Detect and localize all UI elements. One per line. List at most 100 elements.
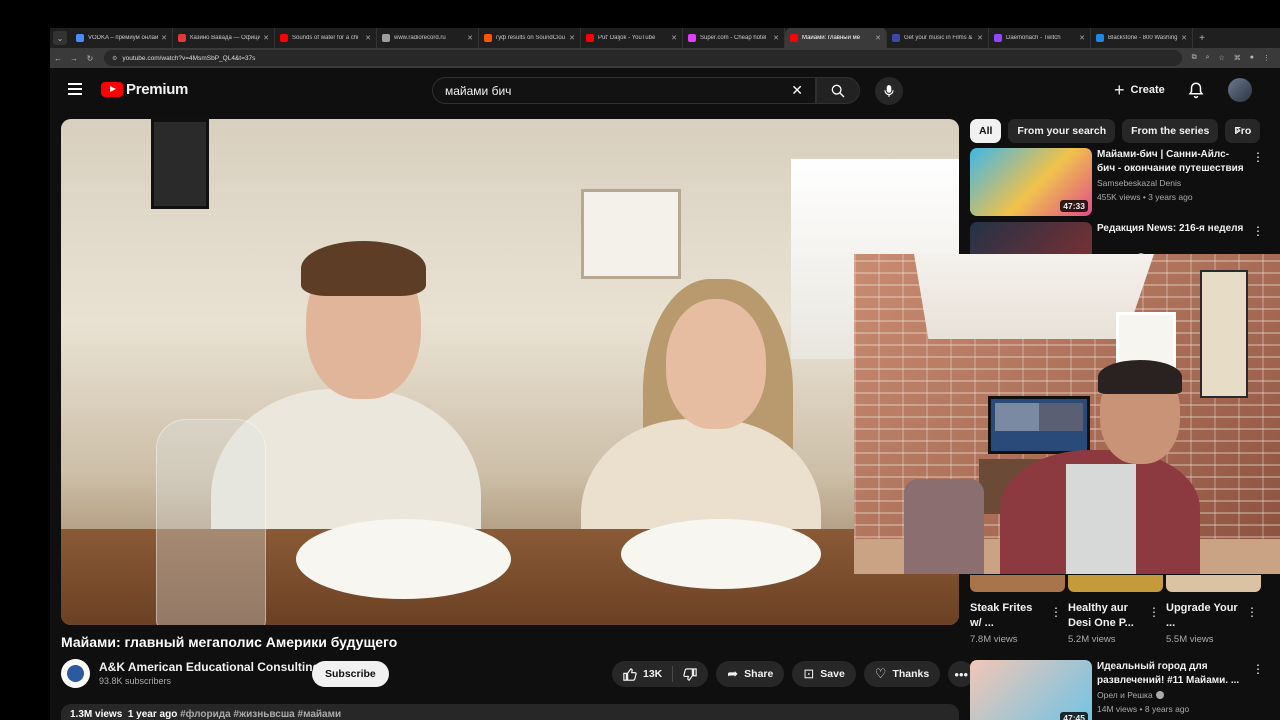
recommended-title[interactable]: Майами-бич | Санни-Айлс-бич - окончание … — [1097, 148, 1245, 176]
tab-title: Put' Daljok - YouTube — [598, 35, 656, 41]
tab-title: Sounds of water for a chi — [292, 35, 359, 41]
forward-icon[interactable]: → — [66, 54, 82, 63]
short-thumbnail[interactable] — [1166, 575, 1261, 592]
browser-tab[interactable]: Sounds of water for a chi ✕ — [275, 28, 377, 48]
tab-close-icon[interactable]: ✕ — [1181, 34, 1187, 42]
filter-chip[interactable]: Fro — [1225, 119, 1260, 143]
recommended-meta: 455K views • 3 years ago — [1097, 192, 1193, 202]
browser-tab[interactable]: Казино Вавада — Офици ✕ — [173, 28, 275, 48]
bookmark-star-icon[interactable]: ☆ — [1218, 54, 1224, 62]
recommended-title[interactable]: Идеальный город для развлечений! #11 Май… — [1097, 660, 1245, 688]
site-info-icon[interactable]: ⚙ — [112, 55, 117, 62]
reload-icon[interactable]: ↻ — [82, 54, 98, 63]
browser-tab[interactable]: Майами: главный ме ✕ — [785, 28, 887, 48]
tab-close-icon[interactable]: ✕ — [671, 34, 677, 42]
account-avatar[interactable] — [1228, 78, 1252, 102]
new-tab-button[interactable]: + — [1193, 33, 1211, 44]
zoom-icon[interactable]: ⌕ — [1206, 54, 1210, 62]
short-thumbnail[interactable] — [1068, 575, 1163, 592]
filter-chip[interactable]: From your search — [1008, 119, 1116, 143]
extensions-icon[interactable]: ⌘ — [1234, 54, 1241, 62]
dislike-button[interactable] — [673, 661, 708, 687]
recommended-video[interactable]: 47:45 Идеальный город для развлечений! #1… — [970, 660, 1264, 720]
tab-favicon-icon — [178, 34, 186, 42]
browser-tab[interactable]: VODKA – премиум онлай ✕ — [71, 28, 173, 48]
hashtags[interactable]: #флорида #жизньвсша #майами — [180, 709, 341, 720]
filter-chip[interactable]: All — [970, 119, 1002, 143]
more-options-icon[interactable]: ⋮ — [1252, 662, 1264, 676]
open-in-app-icon[interactable]: ⧉ — [1192, 54, 1197, 62]
tab-favicon-icon — [280, 34, 288, 42]
browser-tab[interactable]: гуф results on SoundClou ✕ — [479, 28, 581, 48]
search-button[interactable] — [816, 77, 860, 104]
short-title[interactable]: Upgrade Your ... — [1166, 601, 1241, 631]
video-duration: 47:45 — [1060, 712, 1088, 720]
description-box[interactable]: 1.3M views 1 year ago #флорида #жизньвсш… — [61, 704, 959, 720]
tab-close-icon[interactable]: ✕ — [467, 34, 473, 42]
chips-next-icon[interactable]: › — [1236, 121, 1241, 137]
tab-close-icon[interactable]: ✕ — [875, 34, 881, 42]
like-dislike-group: 13K — [612, 661, 709, 687]
recommended-channel[interactable]: Орел и Решка — [1097, 690, 1164, 700]
webcam-overlay — [854, 254, 1280, 574]
thanks-button[interactable]: ♡ Thanks — [863, 661, 941, 687]
tab-close-icon[interactable]: ✕ — [161, 34, 167, 42]
recommended-channel[interactable]: Samsebeskazal Denis — [1097, 178, 1181, 188]
browser-tab[interactable]: Blackstone - 800 Washing ✕ — [1091, 28, 1193, 48]
browser-tab[interactable]: Put' Daljok - YouTube ✕ — [581, 28, 683, 48]
subscribe-button[interactable]: Subscribe — [312, 661, 389, 687]
short-video[interactable]: Healthy aur Desi One P... 5.2M views ⋮ — [1068, 575, 1163, 645]
more-options-icon[interactable]: ⋮ — [1148, 605, 1160, 619]
voice-search-button[interactable] — [875, 77, 903, 105]
video-actions: 13K ➦ Share ⊡ Save ♡ Thanks ••• — [612, 661, 975, 687]
video-thumbnail[interactable]: 47:45 — [970, 660, 1092, 720]
youtube-premium-logo[interactable]: Premium — [101, 81, 188, 98]
tab-close-icon[interactable]: ✕ — [977, 34, 983, 42]
recommended-title[interactable]: Редакция News: 216-я неделя — [1097, 222, 1245, 236]
pip-television — [988, 396, 1090, 454]
create-button[interactable]: + Create — [1106, 77, 1173, 103]
filter-chip[interactable]: From the series — [1122, 119, 1219, 143]
short-title[interactable]: Healthy aur Desi One P... — [1068, 601, 1143, 631]
browser-window: ⌄ VODKA – премиум онлай ✕ Казино Вавада — … — [50, 28, 1280, 720]
short-video[interactable]: Upgrade Your ... 5.5M views ⋮ — [1166, 575, 1261, 645]
browser-menu-icon[interactable]: ⋮ — [1263, 54, 1270, 62]
like-button[interactable]: 13K — [612, 661, 672, 687]
tab-close-icon[interactable]: ✕ — [569, 34, 575, 42]
verified-icon — [1155, 691, 1164, 699]
search-input[interactable]: майами бич ✕ — [432, 77, 816, 104]
shorts-shelf: Steak Frites w/ ... 7.8M views ⋮ Healthy au… — [970, 575, 1261, 655]
video-thumbnail[interactable]: 47:33 — [970, 148, 1092, 216]
recommended-video[interactable]: 47:33 Майами-бич | Санни-Айлс-бич - оконч… — [970, 148, 1264, 218]
short-thumbnail[interactable] — [970, 575, 1065, 592]
clear-search-icon[interactable]: ✕ — [791, 82, 803, 99]
url-field[interactable]: ⚙ youtube.com/watch?v=4MsmSbP_QL4&t=37s — [104, 50, 1182, 66]
tab-close-icon[interactable]: ✕ — [365, 34, 371, 42]
browser-tab[interactable]: Super.com - Cheap hotel ✕ — [683, 28, 785, 48]
more-options-icon[interactable]: ⋮ — [1252, 150, 1264, 164]
save-button[interactable]: ⊡ Save — [792, 661, 856, 687]
browser-tab[interactable]: Daemonach - Twitch ✕ — [989, 28, 1091, 48]
short-title[interactable]: Steak Frites w/ ... — [970, 601, 1045, 631]
more-options-icon[interactable]: ⋮ — [1246, 605, 1258, 619]
menu-icon[interactable] — [68, 83, 82, 95]
channel-row: A&K American Educational Consulting 93.8… — [61, 659, 975, 689]
more-options-icon[interactable]: ⋮ — [1252, 224, 1264, 238]
more-options-icon[interactable]: ⋮ — [1050, 605, 1062, 619]
tab-close-icon[interactable]: ✕ — [773, 34, 779, 42]
share-button[interactable]: ➦ Share — [716, 661, 785, 687]
tab-favicon-icon — [994, 34, 1002, 42]
channel-name[interactable]: A&K American Educational Consulting — [99, 660, 320, 674]
browser-tab[interactable]: www.radiorecord.ru ✕ — [377, 28, 479, 48]
tab-close-icon[interactable]: ✕ — [263, 34, 269, 42]
short-video[interactable]: Steak Frites w/ ... 7.8M views ⋮ — [970, 575, 1065, 645]
browser-tab[interactable]: Get your music in Films & ✕ — [887, 28, 989, 48]
tab-title: www.radiorecord.ru — [394, 35, 446, 41]
profile-icon[interactable]: ● — [1250, 54, 1254, 62]
tab-search-icon[interactable]: ⌄ — [53, 31, 67, 45]
video-player[interactable] — [61, 119, 959, 625]
tab-close-icon[interactable]: ✕ — [1079, 34, 1085, 42]
notifications-icon[interactable] — [1187, 81, 1205, 104]
back-icon[interactable]: ← — [50, 54, 66, 63]
channel-avatar[interactable] — [61, 659, 90, 688]
